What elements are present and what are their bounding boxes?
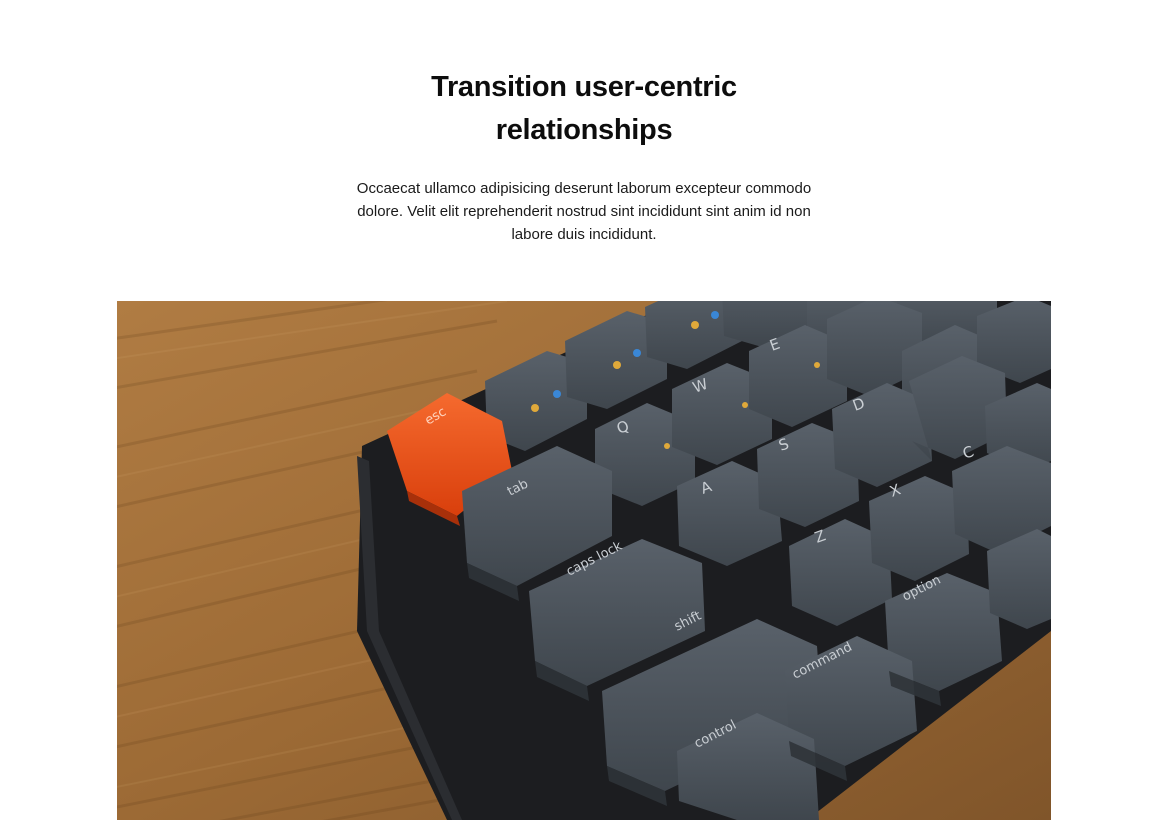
page-title: Transition user-centric relationships (431, 71, 737, 146)
keyboard-illustration: esc tab caps lock shift command control … (117, 301, 1051, 820)
keyboard-photo: esc tab caps lock shift command control … (117, 301, 1051, 820)
intro-paragraph: Occaecat ullamco adipisicing deserunt la… (356, 180, 812, 243)
